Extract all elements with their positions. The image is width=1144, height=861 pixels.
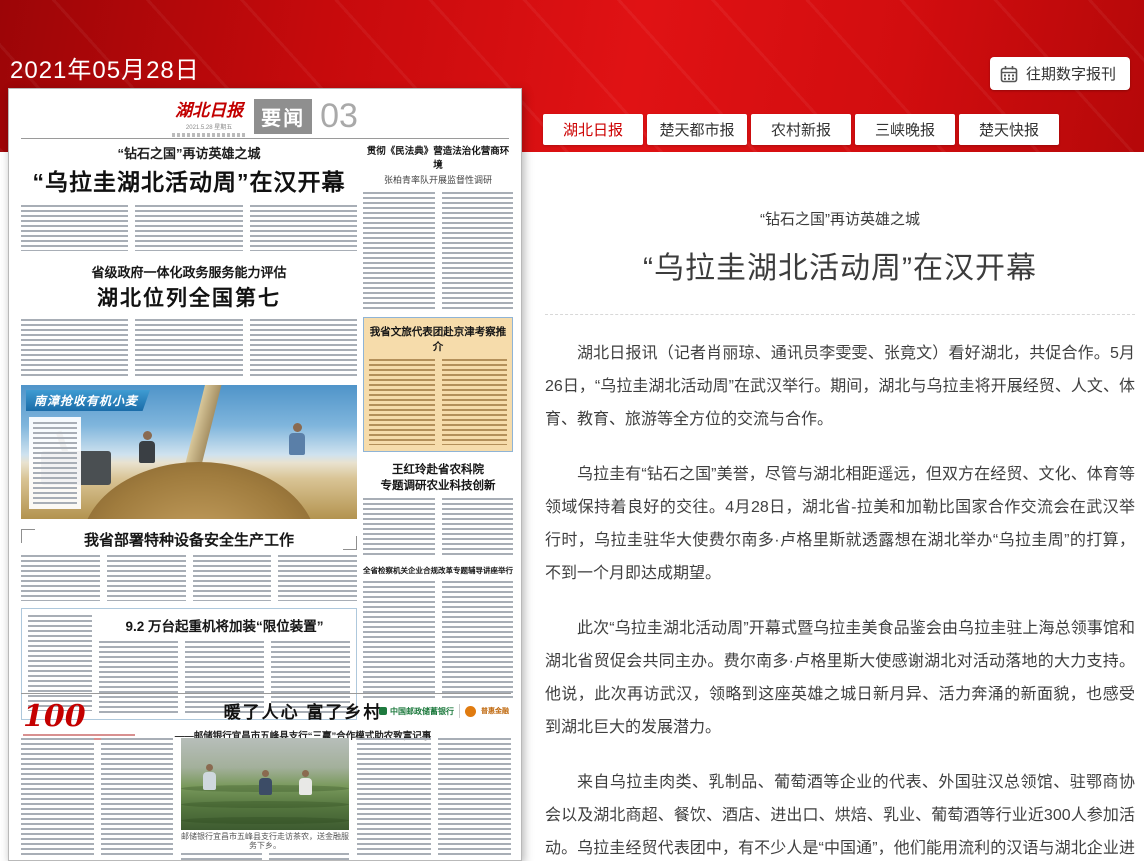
tab-hubei-daily[interactable]: 湖北日报	[543, 114, 643, 145]
law-body-placeholder	[363, 192, 513, 310]
safety-headline-row: 我省部署特种设备安全生产工作	[21, 529, 357, 550]
bracket-left	[21, 529, 35, 543]
archive-button-label: 往期数字报刊	[1026, 63, 1116, 84]
centenary-logo: 100	[23, 702, 143, 742]
procuratorate-headline: 全省检察机关企业合规改革专题辅导讲座举行	[363, 565, 513, 576]
safety-body-placeholder	[21, 555, 357, 601]
psbc-bank-logo: 中国邮政储蓄银行	[379, 706, 454, 717]
wang-headline-1: 王红玲赴省农科院	[363, 461, 513, 477]
farmer-figure-2	[259, 770, 272, 795]
edition-tabs: 湖北日报 楚天都市报 农村新报 三峡晚报 楚天快报	[543, 114, 1059, 145]
page-number: 03	[320, 97, 358, 136]
section-badge: 要闻	[254, 99, 312, 134]
logo-divider	[459, 704, 460, 718]
article-paragraph: 湖北日报讯（记者肖丽琼、通讯员李雯雯、张竟文）看好湖北，共促合作。5月26日，“…	[545, 337, 1135, 436]
centenary-logo-number: 100	[23, 699, 86, 734]
lead-kicker: “钻石之国”再访英雄之城	[21, 143, 357, 162]
paper-right-column: 贯彻《民法典》营造法治化营商环境 张柏青率队开展监督性调研 我省文旅代表团赴京津…	[363, 143, 513, 699]
procuratorate-body-placeholder	[363, 581, 513, 699]
lead-headline: “乌拉圭湖北活动周”在汉开幕	[21, 163, 357, 197]
tab-chutian-metropolis[interactable]: 楚天都市报	[647, 114, 747, 145]
grain-chute-shape	[185, 385, 222, 468]
bottom-left-text-placeholder	[21, 738, 173, 861]
finance-logo-label: 普惠金融	[481, 706, 509, 716]
banker-figure	[203, 764, 216, 790]
law-subhead: 张柏青率队开展监督性调研	[363, 173, 513, 186]
culture-box-body-placeholder	[369, 359, 507, 445]
culture-box-headline: 我省文旅代表团赴京津考察推介	[369, 324, 507, 354]
tab-sanxia-evening[interactable]: 三峡晚报	[855, 114, 955, 145]
issue-date: 2021年05月28日	[10, 50, 200, 85]
tab-rural-news[interactable]: 农村新报	[751, 114, 851, 145]
tea-field-photo	[181, 738, 349, 830]
paper-editors-placeholder	[172, 133, 246, 137]
finance-logo-icon	[465, 706, 476, 717]
bottom-feature-band: 100 暖了人心 富了乡村 ——邮储银行宜昌市五峰县支行“三赢”合作模式助农致富…	[21, 693, 511, 861]
rank-body-placeholder	[21, 319, 357, 377]
tea-photo-block: 邮储银行宜昌市五峰县支行走访茶农，送金融服务下乡。	[181, 738, 349, 861]
article-body: 湖北日报讯（记者肖丽琼、通讯员李雯雯、张竟文）看好湖北，共促合作。5月26日，“…	[545, 337, 1135, 861]
article-paragraph: 来自乌拉圭肉类、乳制品、葡萄酒等企业的代表、外国驻汉总领馆、驻鄂商协会以及湖北商…	[545, 766, 1135, 861]
wheat-harvest-photo: 南漳抢收有机小麦	[21, 385, 357, 519]
bottom-center-text-placeholder	[181, 853, 349, 861]
photo-caption-box-placeholder	[29, 417, 81, 509]
masthead-rule	[21, 138, 509, 139]
farmer-figure	[289, 423, 305, 455]
tab-chutian-express[interactable]: 楚天快报	[959, 114, 1059, 145]
lead-body-placeholder	[21, 205, 357, 251]
law-headline: 贯彻《民法典》营造法治化营商环境	[363, 143, 513, 171]
calendar-icon	[1000, 65, 1018, 83]
title-divider	[545, 314, 1135, 315]
grain-pile-shape	[81, 462, 316, 519]
article-paragraph: 乌拉圭有“钻石之国”美誉，尽管与湖北相距遥远，但双方在经贸、文化、体育等领域保持…	[545, 458, 1135, 590]
paper-left-column: “钻石之国”再访英雄之城 “乌拉圭湖北活动周”在汉开幕 省级政府一体化政务服务能…	[21, 143, 357, 720]
crane-headline: 9.2 万台起重机将加装“限位装置”	[99, 615, 350, 635]
rank-headline: 湖北位列全国第七	[21, 282, 357, 312]
article-title: “乌拉圭湖北活动周”在汉开幕	[545, 243, 1135, 287]
worker-figure	[139, 431, 155, 463]
bracket-right	[343, 536, 357, 550]
rank-kicker: 省级政府一体化政务服务能力评估	[21, 262, 357, 281]
farmer-figure-3	[299, 770, 312, 795]
bottom-article-body: 邮储银行宜昌市五峰县支行走访茶农，送金融服务下乡。	[21, 738, 511, 861]
newspaper-page-scan[interactable]: 湖北日报 2021.5.28 星期五 要闻 03 “钻石之国”再访英雄之城 “乌…	[8, 88, 522, 861]
bottom-right-text-placeholder	[357, 738, 511, 861]
wang-body-placeholder	[363, 498, 513, 558]
epaper-page: 2021年05月28日 往期数字报刊 湖北日报 楚天都市报 农村新报 三峡晚报 …	[0, 0, 1144, 861]
sponsor-logos: 中国邮政储蓄银行 普惠金融	[379, 704, 509, 718]
wang-headline-2: 专题调研农业科技创新	[363, 477, 513, 493]
paper-masthead: 湖北日报 2021.5.28 星期五 要闻 03	[9, 96, 521, 136]
archive-button[interactable]: 往期数字报刊	[990, 57, 1130, 90]
article-kicker: “钻石之国”再访英雄之城	[545, 208, 1135, 229]
safety-headline: 我省部署特种设备安全生产工作	[41, 529, 337, 550]
paper-logo: 湖北日报	[172, 96, 246, 121]
culture-tour-box: 我省文旅代表团赴京津考察推介	[363, 317, 513, 452]
tea-photo-caption: 邮储银行宜昌市五峰县支行走访茶农，送金融服务下乡。	[181, 832, 349, 850]
article-panel: “钻石之国”再访英雄之城 “乌拉圭湖北活动周”在汉开幕 湖北日报讯（记者肖丽琼、…	[545, 152, 1135, 861]
article-paragraph: 此次“乌拉圭湖北活动周”开幕式暨乌拉圭美食品鉴会由乌拉圭驻上海总领事馆和湖北省贸…	[545, 612, 1135, 744]
paper-date-line: 2021.5.28 星期五	[172, 122, 246, 131]
wheat-photo-label: 南漳抢收有机小麦	[26, 390, 150, 411]
